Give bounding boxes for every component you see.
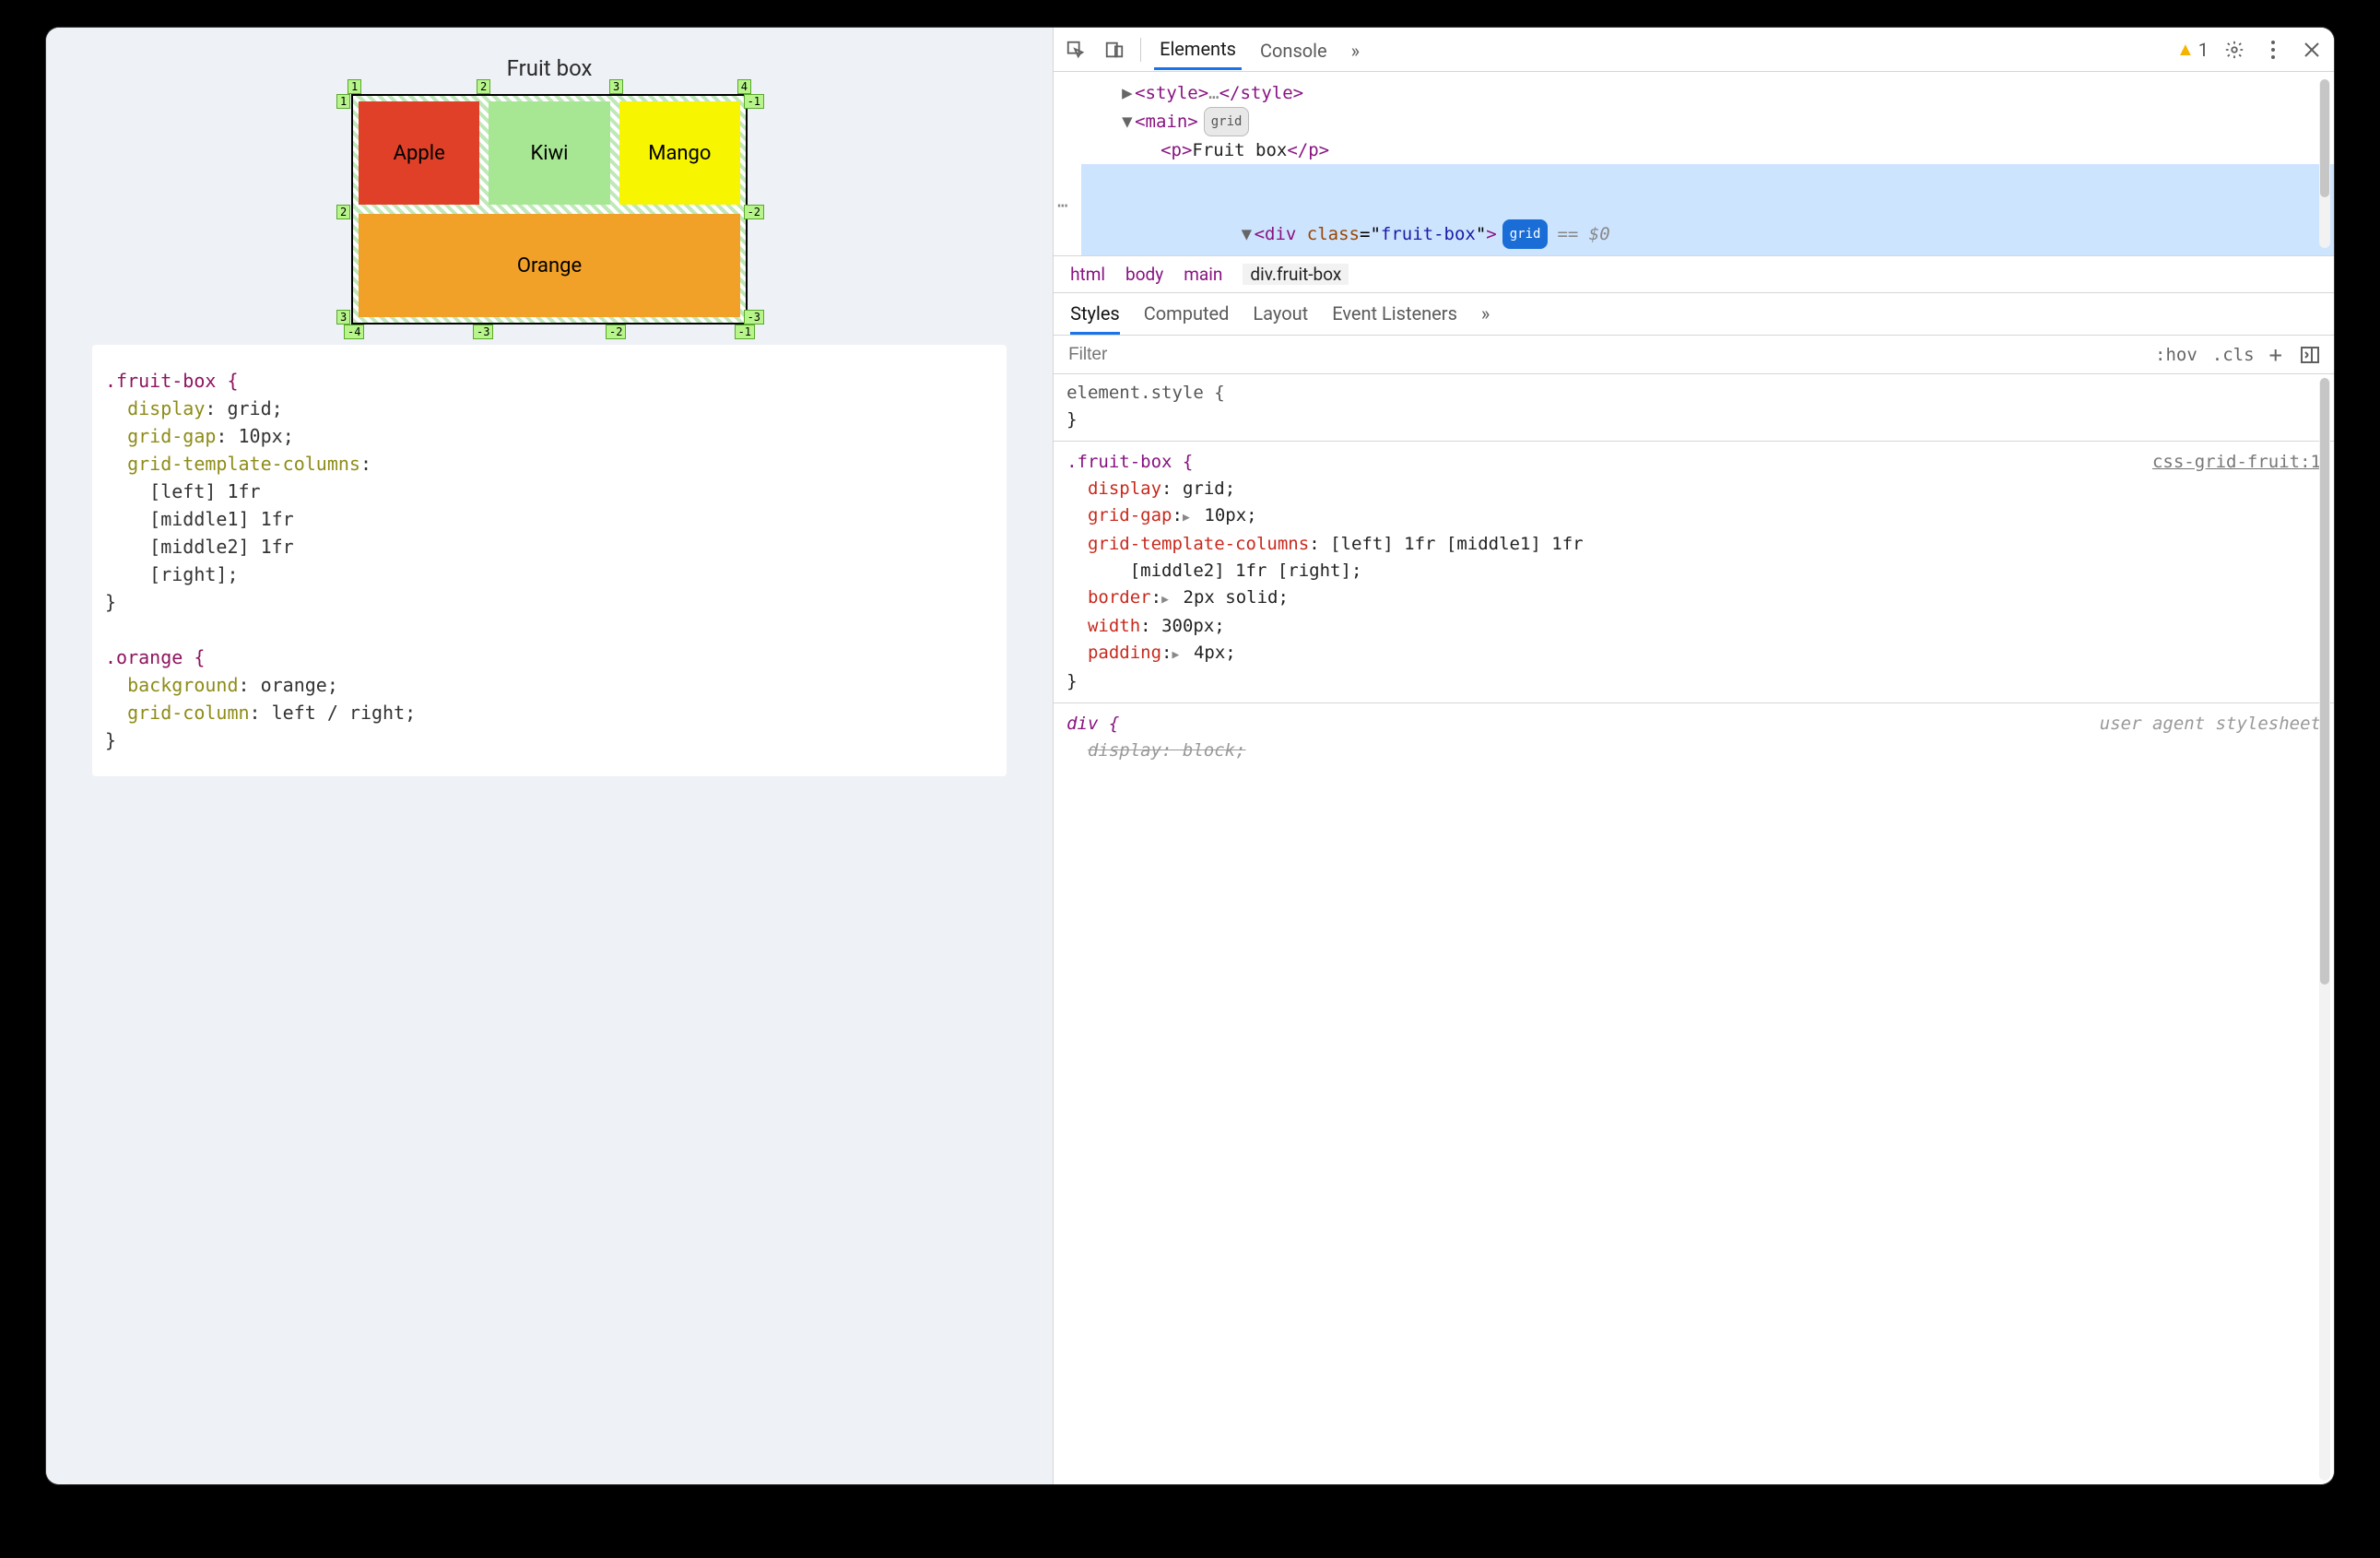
device-toggle-icon[interactable] [1102, 40, 1127, 60]
grid-label: 2 [477, 79, 490, 94]
cell-mango[interactable]: Mango [619, 101, 740, 205]
crumb-fruitbox[interactable]: div.fruit-box [1243, 264, 1349, 285]
fruitbox-rule[interactable]: css-grid-fruit:1 .fruit-box { [1066, 449, 2321, 476]
cell-kiwi[interactable]: Kiwi [489, 101, 609, 205]
devtools-pane: Elements Console » ▲1 ▶<style>…</style> … [1053, 28, 2334, 1484]
cell-orange[interactable]: Orange [359, 214, 740, 317]
grid-label: 1 [348, 79, 361, 94]
element-style-rule[interactable]: element.style { [1066, 380, 2321, 407]
scrollbar[interactable] [2319, 378, 2330, 1481]
styles-filter-input[interactable] [1065, 345, 2140, 365]
grid-label: -2 [744, 205, 764, 219]
source-css-block: .fruit-box { display: grid; grid-gap: 10… [92, 345, 1007, 776]
subtab-styles[interactable]: Styles [1070, 302, 1120, 335]
cell-apple[interactable]: Apple [359, 101, 479, 205]
crumb-main[interactable]: main [1184, 264, 1222, 285]
devtools-toolbar: Elements Console » ▲1 [1054, 28, 2334, 72]
kebab-menu-icon[interactable] [2260, 40, 2286, 60]
subtab-computed[interactable]: Computed [1144, 302, 1230, 335]
panel-toggle-icon[interactable] [2297, 347, 2323, 363]
grid-label: -1 [744, 94, 764, 109]
grid-label: 4 [737, 79, 751, 94]
styles-panel[interactable]: element.style { } css-grid-fruit:1 .frui… [1054, 374, 2334, 1484]
settings-icon[interactable] [2221, 40, 2247, 60]
ua-rule: user agent stylesheet div { [1066, 711, 2321, 738]
tabs-more[interactable]: » [1346, 30, 1365, 69]
rendered-page-pane: Fruit box Apple Kiwi Mango Orange 1 2 3 … [46, 28, 1053, 1484]
styles-subtabs: Styles Computed Layout Event Listeners » [1054, 293, 2334, 336]
source-link[interactable]: css-grid-fruit:1 [2152, 449, 2321, 476]
cls-toggle[interactable]: .cls [2212, 345, 2255, 365]
page-preview: Fruit box Apple Kiwi Mango Orange 1 2 3 … [46, 28, 1053, 325]
tab-console[interactable]: Console [1255, 30, 1333, 69]
hov-toggle[interactable]: :hov [2155, 345, 2197, 365]
grid-label: 1 [336, 94, 350, 109]
breadcrumb[interactable]: html body main div.fruit-box [1054, 256, 2334, 293]
subtab-layout[interactable]: Layout [1253, 302, 1308, 335]
subtab-more[interactable]: » [1481, 302, 1490, 335]
devtools-window: Fruit box Apple Kiwi Mango Orange 1 2 3 … [46, 28, 2334, 1484]
grid-label: 2 [336, 205, 350, 219]
dom-tree[interactable]: ▶<style>…</style> ▼<main>grid <p>Fruit b… [1054, 72, 2334, 256]
tab-elements[interactable]: Elements [1154, 29, 1242, 70]
close-icon[interactable] [2299, 41, 2325, 58]
scrollbar[interactable] [2319, 79, 2330, 248]
grid-label: -3 [473, 325, 493, 339]
warning-count[interactable]: ▲1 [2176, 38, 2209, 61]
inspect-icon[interactable] [1063, 40, 1089, 60]
grid-label: -4 [344, 325, 364, 339]
grid-label: 3 [609, 79, 623, 94]
grid-label: -1 [735, 325, 755, 339]
subtab-events[interactable]: Event Listeners [1332, 302, 1457, 335]
fruit-box-grid[interactable]: Apple Kiwi Mango Orange 1 2 3 4 -4 -3 -2… [351, 94, 748, 325]
grid-label: -3 [744, 310, 764, 325]
grid-label: -2 [606, 325, 626, 339]
crumb-html[interactable]: html [1070, 264, 1105, 285]
grid-label: 3 [336, 310, 350, 325]
styles-filter-bar: :hov .cls + [1054, 336, 2334, 374]
crumb-body[interactable]: body [1125, 264, 1163, 285]
selected-dom-node[interactable]: ⋯ ▼<div class="fruit-box">grid== $0 [1081, 164, 2334, 256]
page-title: Fruit box [507, 55, 593, 81]
new-rule-button[interactable]: + [2269, 342, 2282, 368]
